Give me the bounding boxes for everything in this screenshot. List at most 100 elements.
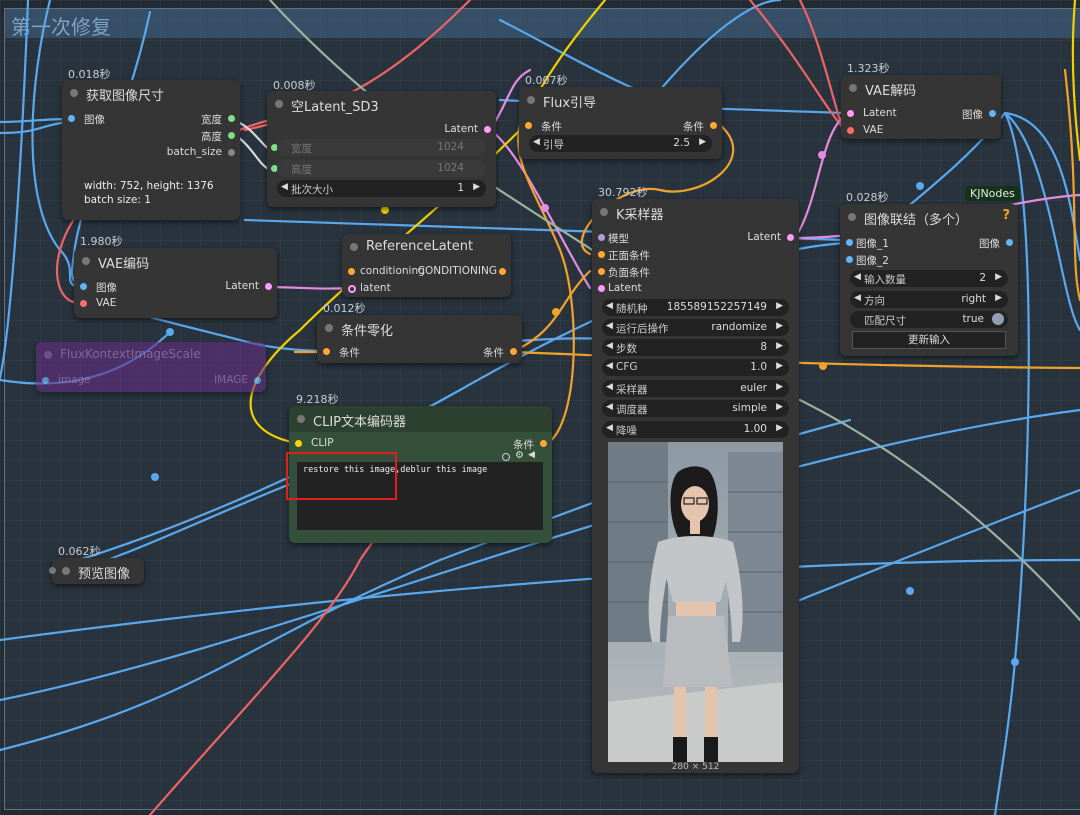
socket-input-conditioning[interactable] [323, 348, 330, 355]
socket-input-latent[interactable] [847, 110, 854, 117]
node-header[interactable]: CLIP文本编码器 [289, 406, 552, 432]
scheduler-widget[interactable]: ◀ 调度器 simple ▶ [602, 400, 789, 417]
node-empty-latent-sd3[interactable]: 空Latent_SD3 Latent 宽度 1024 高度 1024 ◀ 批次大小 1 ▶ [267, 91, 496, 207]
collapse-dot-icon[interactable] [350, 243, 358, 251]
update-inputs-button[interactable]: 更新输入 [852, 331, 1006, 349]
collapse-dot-icon[interactable] [70, 89, 78, 97]
inputcount-widget[interactable]: ◀ 输入数量 2 ▶ [850, 270, 1008, 287]
increment-arrow-icon[interactable]: ▶ [776, 402, 783, 412]
node-header[interactable]: 获取图像尺寸 [62, 80, 240, 106]
sampler-widget[interactable]: ◀ 采样器 euler ▶ [602, 380, 789, 397]
node-preview-image[interactable]: 预览图像 [49, 558, 144, 584]
help-icon[interactable]: ? [1002, 208, 1010, 223]
increment-arrow-icon[interactable]: ▶ [776, 341, 783, 351]
socket-output-conditioning[interactable] [710, 122, 717, 129]
collapse-dot-icon[interactable] [82, 257, 90, 265]
increment-arrow-icon[interactable]: ▶ [995, 272, 1002, 282]
increment-arrow-icon[interactable]: ▶ [776, 361, 783, 371]
decrement-arrow-icon[interactable]: ◀ [606, 423, 613, 433]
socket-input-image[interactable] [68, 115, 75, 122]
match-size-toggle[interactable]: 匹配尺寸 true [850, 311, 1008, 328]
decrement-arrow-icon[interactable]: ◀ [606, 321, 613, 331]
node-header[interactable]: VAE编码 [74, 248, 277, 274]
toggle-knob-icon[interactable] [992, 313, 1004, 325]
node-vae-decode[interactable]: VAE解码 Latent 图像 VAE [841, 75, 1001, 139]
node-reference-latent[interactable]: ReferenceLatent conditioning CONDITIONING… [342, 234, 511, 297]
increment-arrow-icon[interactable]: ▶ [776, 321, 783, 331]
seed-widget[interactable]: ◀ 随机种 185589152257149 ▶ [602, 299, 789, 316]
socket-output-latent[interactable] [265, 283, 272, 290]
decrement-arrow-icon[interactable]: ◀ [606, 382, 613, 392]
node-image-concat-multi[interactable]: 图像联结（多个）? 图像_1 图像 图像_2 ◀ 输入数量 2 ▶ ◀ 方向 right ▶ … [840, 204, 1018, 356]
increment-arrow-icon[interactable]: ▶ [699, 137, 706, 147]
collapse-dot-icon[interactable] [600, 208, 608, 216]
node-get-image-size[interactable]: 获取图像尺寸 图像 宽度 高度 batch_size width: 752, he… [62, 80, 240, 220]
socket-input-conditioning[interactable] [348, 268, 355, 275]
increment-arrow-icon[interactable]: ▶ [776, 423, 783, 433]
node-header[interactable]: ReferenceLatent [342, 234, 511, 260]
node-header[interactable]: Flux引导 [519, 87, 722, 113]
socket-input-vae[interactable] [847, 127, 854, 134]
collapse-dot-icon[interactable] [527, 96, 535, 104]
settings-gear-icon[interactable]: ⚙ [515, 450, 524, 461]
socket-output-conditioning[interactable] [540, 440, 547, 447]
socket-input-model[interactable] [598, 234, 605, 241]
increment-arrow-icon[interactable]: ▶ [473, 182, 480, 192]
control-after-generate-widget[interactable]: ◀ 运行后操作 randomize ▶ [602, 319, 789, 336]
socket-input-latent[interactable] [598, 285, 605, 292]
socket-output-conditioning[interactable] [499, 268, 506, 275]
collapse-dot-icon[interactable] [44, 351, 52, 359]
node-conditioning-zero-out[interactable]: 条件零化 条件 条件 [317, 315, 522, 363]
node-header[interactable]: 预览图像 [52, 558, 144, 584]
width-widget[interactable]: 宽度 1024 [277, 139, 486, 156]
node-header[interactable]: 条件零化 [317, 315, 522, 341]
socket-output-latent[interactable] [484, 126, 491, 133]
collapse-dot-icon[interactable] [325, 324, 333, 332]
direction-widget[interactable]: ◀ 方向 right ▶ [850, 291, 1008, 308]
batch-size-widget[interactable]: ◀ 批次大小 1 ▶ [277, 180, 486, 197]
decrement-arrow-icon[interactable]: ◀ [606, 301, 613, 311]
collapse-dot-icon[interactable] [62, 567, 70, 575]
socket-input-clip[interactable] [295, 440, 302, 447]
socket-input-image-1[interactable] [846, 239, 853, 246]
socket-output-image[interactable] [1006, 239, 1013, 246]
socket-input-conditioning[interactable] [525, 122, 532, 129]
collapse-dot-icon[interactable] [848, 213, 856, 221]
socket-input-image[interactable] [42, 377, 49, 384]
increment-arrow-icon[interactable]: ▶ [995, 293, 1002, 303]
socket-input-latent[interactable] [348, 285, 356, 293]
socket-input-negative[interactable] [598, 268, 605, 275]
increment-arrow-icon[interactable]: ▶ [776, 301, 783, 311]
steps-widget[interactable]: ◀ 步数 8 ▶ [602, 339, 789, 356]
socket-output-image[interactable] [989, 110, 996, 117]
decrement-arrow-icon[interactable]: ◀ [606, 361, 613, 371]
socket-output-latent[interactable] [787, 234, 794, 241]
socket-input-image-2[interactable] [846, 256, 853, 263]
increment-arrow-icon[interactable]: ▶ [776, 382, 783, 392]
node-ksampler[interactable]: K采样器 模型 Latent 正面条件 负面条件 Latent ◀ 随机种 18558… [592, 199, 799, 773]
socket-input-positive[interactable] [598, 251, 605, 258]
collapse-dot-icon[interactable] [275, 100, 283, 108]
node-flux-kontext-image-scale[interactable]: FluxKontextImageScale image IMAGE [36, 342, 266, 392]
height-widget[interactable]: 高度 1024 [277, 160, 486, 177]
collapse-dot-icon[interactable] [849, 84, 857, 92]
guidance-widget[interactable]: ◀ 引导 2.5 ▶ [529, 135, 712, 152]
decrement-arrow-icon[interactable]: ◀ [533, 137, 540, 147]
socket-output-conditioning[interactable] [510, 348, 517, 355]
node-flux-guidance[interactable]: Flux引导 条件 条件 ◀ 引导 2.5 ▶ [519, 87, 722, 159]
speaker-icon[interactable]: ◀ [528, 450, 535, 460]
socket-input-image[interactable] [80, 283, 87, 290]
node-header[interactable]: 空Latent_SD3 [267, 91, 496, 117]
socket-output-width[interactable] [228, 115, 235, 122]
node-header[interactable]: K采样器 [592, 199, 799, 225]
preview-image[interactable] [608, 442, 783, 762]
denoise-widget[interactable]: ◀ 降噪 1.00 ▶ [602, 421, 789, 438]
circle-icon[interactable] [502, 453, 510, 461]
collapse-dot-icon[interactable] [297, 415, 305, 423]
node-vae-encode[interactable]: VAE编码 图像 Latent VAE [74, 248, 277, 318]
socket-output-image[interactable] [254, 377, 261, 384]
socket-output-batch[interactable] [228, 149, 235, 156]
cfg-widget[interactable]: ◀ CFG 1.0 ▶ [602, 359, 789, 376]
socket-input-vae[interactable] [80, 300, 87, 307]
node-header[interactable]: FluxKontextImageScale [36, 342, 266, 368]
